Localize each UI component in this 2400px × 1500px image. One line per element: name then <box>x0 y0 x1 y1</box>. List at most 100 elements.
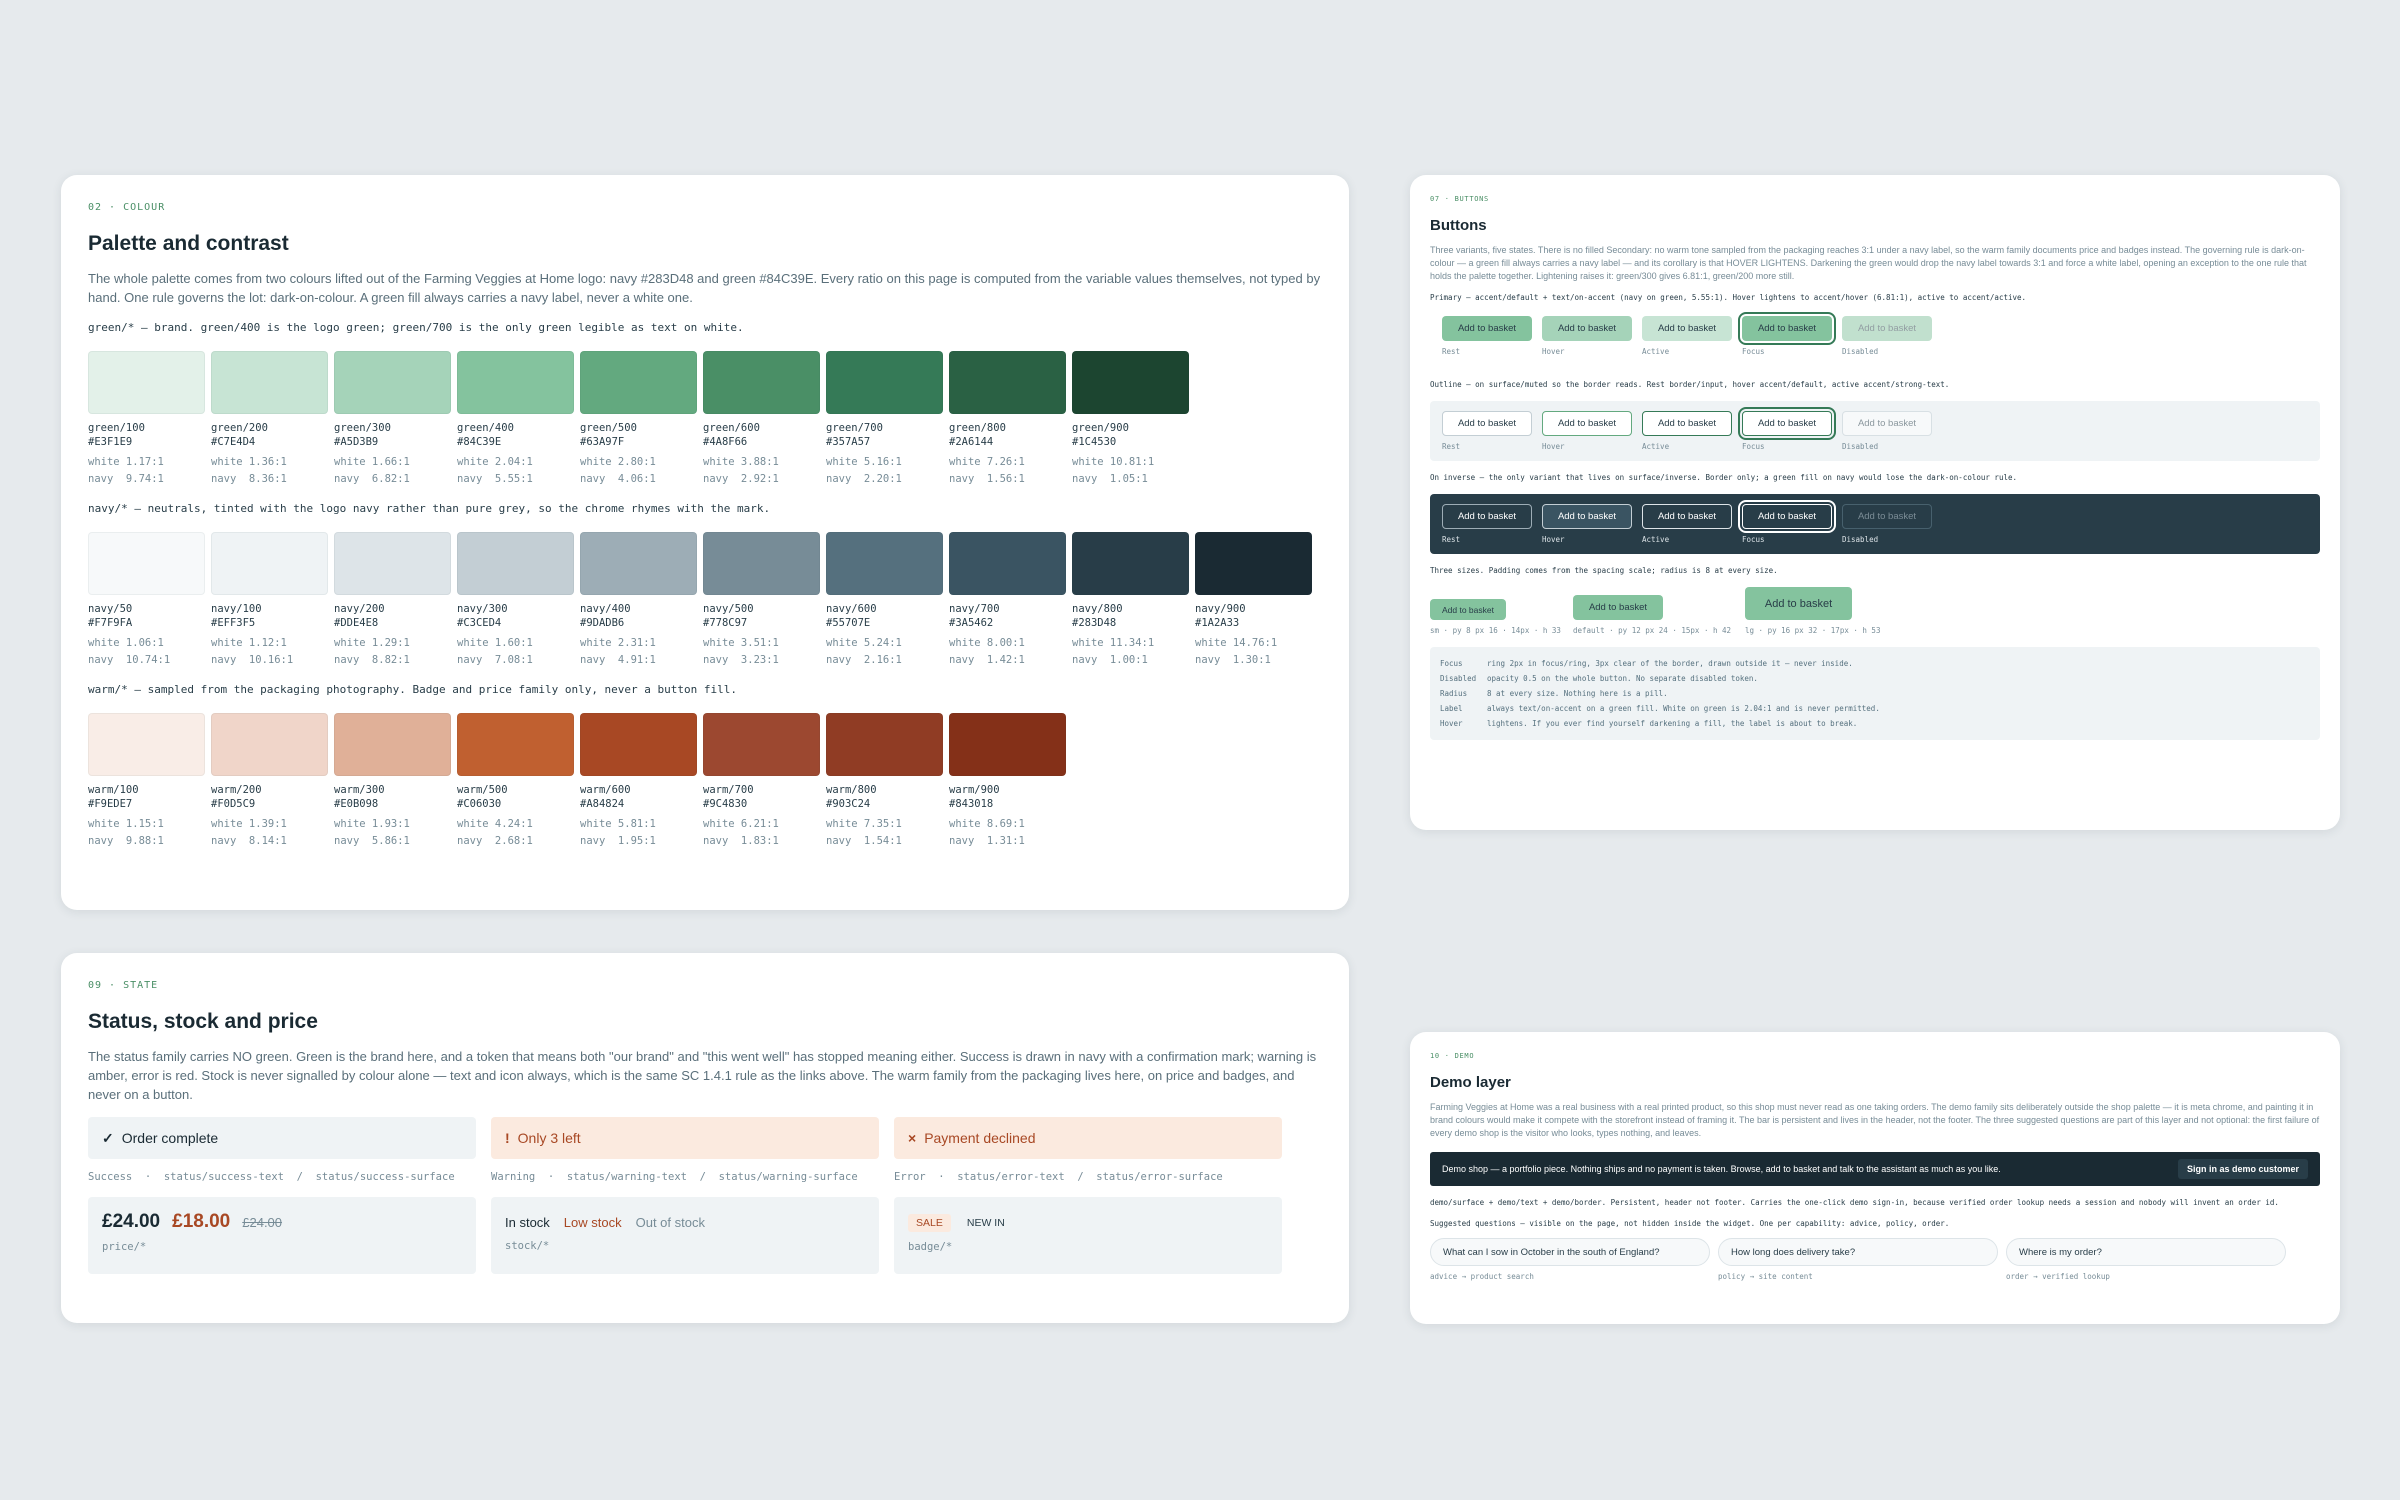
swatch-chip <box>826 351 943 414</box>
section-lead: Three variants, five states. There is no… <box>1430 245 2307 281</box>
palette-family-title: warm/* — sampled from the packaging phot… <box>88 683 738 696</box>
swatch-name: green/900 <box>1072 422 1129 434</box>
spec-value: 8 at every size. Nothing here is a pill. <box>1487 689 1668 698</box>
contrast-white: white 1.12:1 <box>211 637 287 649</box>
contrast-white: white 14.76:1 <box>1195 637 1278 649</box>
section-eyebrow: 07 · BUTTONS <box>1430 195 1489 203</box>
inverse-button-focus[interactable]: Add to basket <box>1738 500 1836 533</box>
contrast-navy: navy 1.95:1 <box>580 835 656 847</box>
swatch-name: navy/100 <box>211 603 262 615</box>
inverse-button-rest[interactable]: Add to basket <box>1442 504 1532 529</box>
contrast-ratios: white 3.88:1 navy 2.92:1 <box>703 454 820 488</box>
primary-button-focus[interactable]: Add to basket <box>1738 312 1836 345</box>
state-label: Rest <box>1442 442 1461 451</box>
outline-button-active[interactable]: Add to basket <box>1642 411 1732 436</box>
contrast-ratios: white 2.04:1 navy 5.55:1 <box>457 454 574 488</box>
contrast-ratios: white 8.00:1 navy 1.42:1 <box>949 635 1066 669</box>
contrast-white: white 5.16:1 <box>826 456 902 468</box>
button-size-default[interactable]: Add to basket <box>1573 595 1663 620</box>
size-spec-sm: sm · py 8 px 16 · 14px · h 33 <box>1430 626 1561 635</box>
contrast-ratios: white 1.12:1 navy 10.16:1 <box>211 635 328 669</box>
swatch-hex: #A5D3B9 <box>334 436 379 448</box>
color-swatch: warm/200 #F0D5C9 white 1.39:1 navy 8.14:1 <box>211 713 328 850</box>
contrast-white: white 10.81:1 <box>1072 456 1155 468</box>
tray-label: badge/* <box>908 1241 953 1253</box>
state-label: Disabled <box>1842 442 1879 451</box>
section-title: Status, stock and price <box>88 1010 318 1033</box>
color-swatch: green/500 #63A97F white 2.80:1 navy 4.06:1 <box>580 351 697 488</box>
status-tokens: Error · status/error-text / status/error… <box>894 1171 1223 1183</box>
swatch-hex: #C06030 <box>457 798 502 810</box>
primary-rule: Primary — accent/default + text/on-accen… <box>1430 293 2027 302</box>
contrast-ratios: white 5.24:1 navy 2.16:1 <box>826 635 943 669</box>
contrast-ratios: white 7.35:1 navy 1.54:1 <box>826 816 943 850</box>
contrast-navy: navy 9.88:1 <box>88 835 164 847</box>
outline-button-row: Add to basket Rest Add to basket Hover Add… <box>1430 401 2320 461</box>
primary-button-hover[interactable]: Add to basket <box>1542 316 1632 341</box>
swatch-chip <box>457 532 574 595</box>
price-current: £24.00 <box>102 1211 161 1232</box>
contrast-ratios: white 6.21:1 navy 1.83:1 <box>703 816 820 850</box>
swatch-name: warm/800 <box>826 784 877 796</box>
swatch-hex: #E0B098 <box>334 798 379 810</box>
swatch-chip <box>826 532 943 595</box>
swatch-chip <box>580 713 697 776</box>
swatch-name: navy/300 <box>457 603 508 615</box>
swatch-chip <box>1072 351 1189 414</box>
status-text: Order complete <box>121 1130 219 1146</box>
swatch-name: navy/600 <box>826 603 877 615</box>
color-swatch: warm/500 #C06030 white 4.24:1 navy 2.68:1 <box>457 713 574 850</box>
swatch-name: warm/600 <box>580 784 631 796</box>
contrast-white: white 1.39:1 <box>211 818 287 830</box>
button-size-lg[interactable]: Add to basket <box>1745 587 1852 620</box>
swatch-hex: #357A57 <box>826 436 871 448</box>
swatch-hex: #283D48 <box>1072 617 1117 629</box>
outline-button-hover[interactable]: Add to basket <box>1542 411 1632 436</box>
question-pill-advice[interactable]: What can I sow in October in the south o… <box>1430 1238 1710 1266</box>
contrast-ratios: white 1.17:1 navy 9.74:1 <box>88 454 205 488</box>
question-pill-order[interactable]: Where is my order? <box>2006 1238 2286 1266</box>
inverse-button-hover[interactable]: Add to basket <box>1542 504 1632 529</box>
contrast-white: white 8.00:1 <box>949 637 1025 649</box>
contrast-ratios: white 2.80:1 navy 4.06:1 <box>580 454 697 488</box>
state-label: Rest <box>1442 535 1461 544</box>
swatch-hex: #84C39E <box>457 436 502 448</box>
outline-button-focus[interactable]: Add to basket <box>1738 407 1836 440</box>
spec-value: always text/on-accent on a green fill. W… <box>1487 704 1880 713</box>
section-lead: Farming Veggies at Home was a real busin… <box>1430 1102 2320 1138</box>
swatch-chip <box>334 351 451 414</box>
contrast-ratios: white 1.60:1 navy 7.08:1 <box>457 635 574 669</box>
contrast-ratios: white 10.81:1 navy 1.05:1 <box>1072 454 1189 488</box>
primary-button-row: Add to basket Rest Add to basket Hover Add… <box>1430 306 2320 366</box>
swatch-chip <box>211 532 328 595</box>
contrast-navy: navy 1.05:1 <box>1072 473 1148 485</box>
contrast-navy: navy 2.16:1 <box>826 654 902 666</box>
demo-bar: Demo shop — a portfolio piece. Nothing s… <box>1430 1152 2320 1186</box>
primary-button-active[interactable]: Add to basket <box>1642 316 1732 341</box>
check-icon: ✓ <box>102 1129 114 1146</box>
color-swatch: navy/900 #1A2A33 white 14.76:1 navy 1.30:1 <box>1195 532 1312 669</box>
inverse-button-active[interactable]: Add to basket <box>1642 504 1732 529</box>
tray-label: price/* <box>102 1241 147 1253</box>
primary-button-rest[interactable]: Add to basket <box>1442 316 1532 341</box>
section-eyebrow: 10 · DEMO <box>1430 1052 1475 1060</box>
contrast-navy: navy 1.31:1 <box>949 835 1025 847</box>
contrast-white: white 1.93:1 <box>334 818 410 830</box>
contrast-navy: navy 2.68:1 <box>457 835 533 847</box>
button-size-sm[interactable]: Add to basket <box>1430 599 1506 620</box>
contrast-ratios: white 1.39:1 navy 8.14:1 <box>211 816 328 850</box>
question-pill-policy[interactable]: How long does delivery take? <box>1718 1238 1998 1266</box>
status-tokens: Warning · status/warning-text / status/w… <box>491 1171 858 1183</box>
contrast-navy: navy 1.54:1 <box>826 835 902 847</box>
contrast-navy: navy 2.20:1 <box>826 473 902 485</box>
state-label: Focus <box>1742 442 1765 451</box>
section-eyebrow: 02 · COLOUR <box>88 202 166 213</box>
contrast-white: white 5.81:1 <box>580 818 656 830</box>
inverse-button-disabled: Add to basket <box>1842 504 1932 529</box>
demo-signin-button[interactable]: Sign in as demo customer <box>2177 1159 2308 1179</box>
outline-button-rest[interactable]: Add to basket <box>1442 411 1532 436</box>
section-eyebrow: 09 · STATE <box>88 980 159 991</box>
size-button-row: Add to basket sm · py 8 px 16 · 14px · h… <box>1430 587 2320 635</box>
palette-family-title: navy/* — neutrals, tinted with the logo … <box>88 502 771 515</box>
contrast-ratios: white 14.76:1 navy 1.30:1 <box>1195 635 1312 669</box>
